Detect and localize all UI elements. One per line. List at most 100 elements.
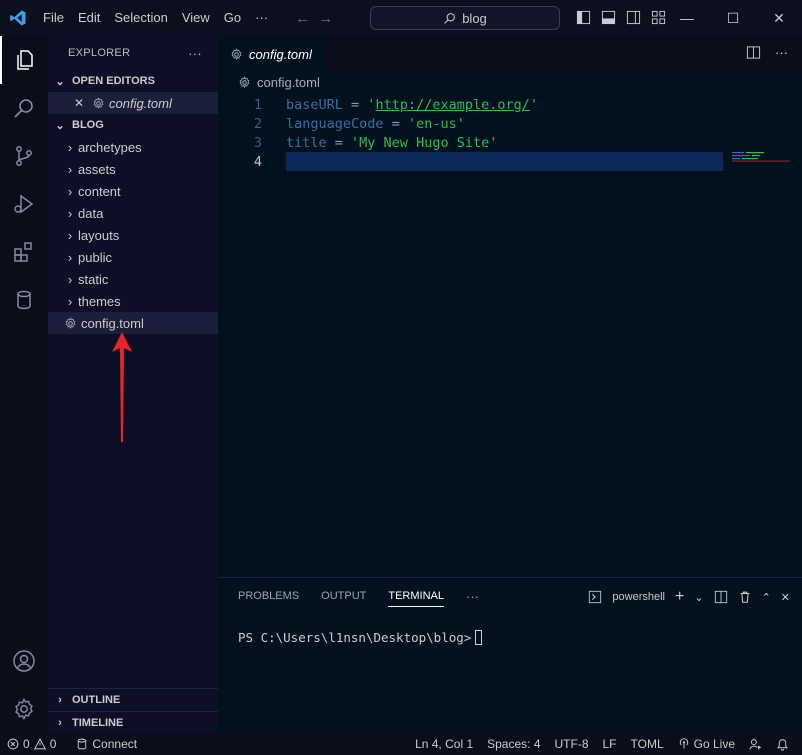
toggle-primary-sidebar-icon[interactable]	[576, 10, 591, 25]
chevron-right-icon: ›	[58, 716, 62, 729]
search-sidebar-icon[interactable]	[0, 84, 48, 132]
folder-archetypes[interactable]: › archetypes	[48, 136, 218, 158]
toml-quote: '	[351, 134, 360, 151]
notifications-bell-icon[interactable]	[769, 738, 796, 751]
minimap[interactable]	[732, 152, 790, 162]
tab-output[interactable]: OUTPUT	[321, 590, 366, 602]
search-text: blog	[462, 10, 487, 26]
folder-layouts[interactable]: › layouts	[48, 224, 218, 246]
folder-assets[interactable]: › assets	[48, 158, 218, 180]
bottom-panel: PROBLEMS OUTPUT TERMINAL ··· powershell …	[218, 577, 802, 733]
accounts-icon[interactable]	[0, 637, 48, 685]
source-control-icon[interactable]	[0, 132, 48, 180]
cursor-position[interactable]: Ln 4, Col 1	[408, 737, 480, 751]
indentation[interactable]: Spaces: 4	[480, 737, 547, 751]
close-editor-icon[interactable]: ✕	[74, 96, 92, 110]
encoding[interactable]: UTF-8	[548, 737, 596, 751]
folder-label: content	[78, 183, 121, 199]
chevron-right-icon: ›	[58, 694, 62, 706]
tab-terminal[interactable]: TERMINAL	[388, 590, 444, 607]
more-actions-icon[interactable]: ···	[775, 45, 788, 60]
database-icon[interactable]	[0, 276, 48, 324]
timeline-header[interactable]: › TIMELINE	[48, 711, 218, 733]
close-panel-icon[interactable]: ✕	[781, 591, 790, 604]
folder-data[interactable]: › data	[48, 202, 218, 224]
line-number: 2	[253, 115, 262, 132]
accounts-status-icon[interactable]	[742, 738, 769, 751]
vscode-logo-icon	[0, 0, 36, 36]
blog-folder-header[interactable]: ⌄ BLOG	[48, 114, 218, 136]
close-icon[interactable]: ✕	[756, 0, 802, 36]
tab-config-toml[interactable]: config.toml	[218, 36, 324, 71]
open-editor-filename: config.toml	[109, 95, 172, 111]
explorer-header: EXPLORER ···	[48, 36, 218, 70]
chevron-right-icon: ›	[67, 139, 73, 155]
new-terminal-plus-icon[interactable]: +	[675, 588, 684, 606]
current-line-highlight	[286, 152, 723, 171]
command-center-search[interactable]: blog	[370, 6, 560, 30]
chevron-right-icon: ›	[67, 249, 73, 265]
toml-string-value: en-us	[416, 115, 457, 132]
breadcrumb-file[interactable]: config.toml	[257, 75, 320, 90]
problems-status[interactable]: 0 0	[0, 737, 63, 751]
settings-gear-icon[interactable]	[0, 685, 48, 733]
chevron-down-icon[interactable]: ⌄	[694, 591, 703, 604]
menu-go[interactable]: Go	[217, 0, 248, 36]
minimize-icon[interactable]: —	[664, 0, 710, 36]
language-mode[interactable]: TOML	[624, 737, 671, 751]
open-editor-item[interactable]: ✕ config.toml	[48, 92, 218, 114]
folder-static[interactable]: › static	[48, 268, 218, 290]
toml-quote: '	[529, 96, 539, 113]
go-live-label: Go Live	[693, 737, 735, 751]
folder-label: archetypes	[78, 139, 142, 155]
code-editor[interactable]: 1 baseURL = 'http://example.org/' 2 lang…	[218, 95, 802, 171]
maximize-panel-icon[interactable]: ⌃	[762, 591, 771, 604]
explorer-icon[interactable]	[0, 36, 48, 84]
file-label: config.toml	[81, 315, 144, 331]
forward-arrow-icon[interactable]: →	[318, 10, 333, 27]
tab-problems[interactable]: PROBLEMS	[238, 590, 299, 602]
toml-url-value[interactable]: http://example.org/	[375, 97, 529, 113]
warning-count: 0	[49, 737, 57, 751]
folder-public[interactable]: › public	[48, 246, 218, 268]
menu-more[interactable]: ···	[248, 0, 275, 36]
explorer-more-button[interactable]: ···	[188, 46, 202, 61]
breadcrumb: config.toml	[218, 71, 802, 93]
chevron-right-icon: ›	[67, 161, 73, 177]
explorer-title: EXPLORER	[68, 47, 131, 59]
folder-content[interactable]: › content	[48, 180, 218, 202]
file-config-toml[interactable]: config.toml	[48, 312, 218, 334]
split-terminal-icon[interactable]	[714, 590, 728, 604]
title-bar: File Edit Selection View Go ··· ← → blog…	[0, 0, 802, 36]
terminal-output[interactable]: PS C:\Users\l1nsn\Desktop\blog>	[238, 630, 483, 645]
open-editors-header[interactable]: ⌄ OPEN EDITORS	[48, 70, 218, 92]
run-debug-icon[interactable]	[0, 180, 48, 228]
panel-more-button[interactable]: ···	[466, 589, 479, 604]
split-editor-icon[interactable]	[746, 45, 761, 60]
code-line: 1 baseURL = 'http://example.org/'	[218, 95, 802, 114]
maximize-icon[interactable]: ☐	[710, 0, 756, 36]
terminal-shell-label[interactable]: powershell	[612, 591, 665, 603]
back-arrow-icon[interactable]: ←	[295, 10, 310, 27]
folder-label: public	[78, 249, 112, 265]
toggle-panel-icon[interactable]	[601, 10, 616, 25]
end-of-line[interactable]: LF	[596, 737, 624, 751]
line-number: 4	[253, 153, 262, 170]
folder-themes[interactable]: › themes	[48, 290, 218, 312]
layout-controls	[576, 10, 666, 25]
menu-edit[interactable]: Edit	[71, 0, 107, 36]
menu-file[interactable]: File	[36, 0, 71, 36]
folder-label: themes	[78, 293, 121, 309]
outline-header[interactable]: › OUTLINE	[48, 689, 218, 711]
chevron-right-icon: ›	[67, 293, 73, 309]
warning-icon	[33, 738, 46, 750]
connect-status[interactable]: Connect	[69, 737, 144, 751]
menu-view[interactable]: View	[175, 0, 217, 36]
chevron-right-icon: ›	[67, 227, 73, 243]
go-live-button[interactable]: Go Live	[671, 737, 742, 751]
extensions-icon[interactable]	[0, 228, 48, 276]
toggle-secondary-sidebar-icon[interactable]	[626, 10, 641, 25]
menu-selection[interactable]: Selection	[107, 0, 174, 36]
tab-label: config.toml	[249, 46, 312, 62]
trash-icon[interactable]	[738, 590, 752, 604]
